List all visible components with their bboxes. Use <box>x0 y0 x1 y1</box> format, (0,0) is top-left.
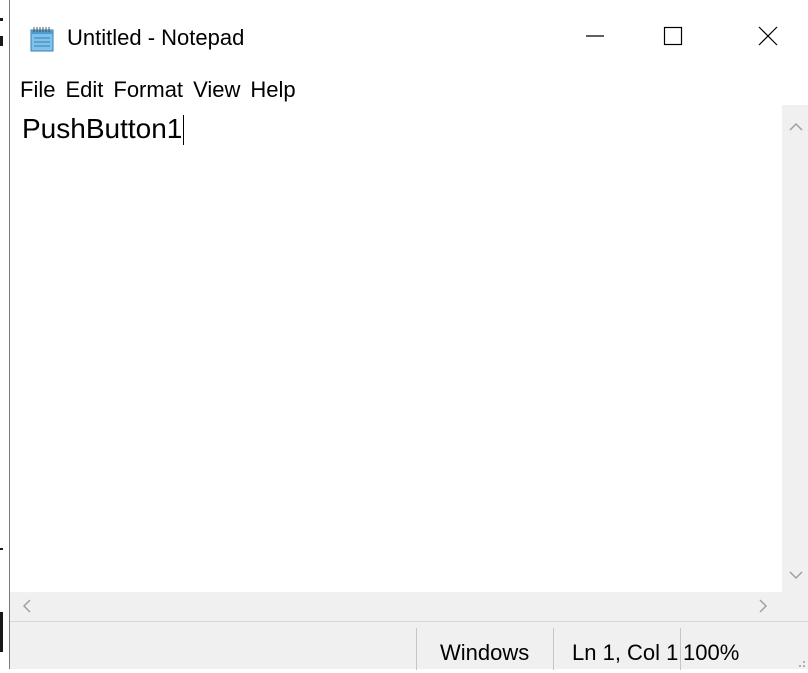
status-divider <box>553 628 554 670</box>
notepad-window: Untitled - Notepad File Edit Format View… <box>9 0 808 670</box>
menu-bar: File Edit Format View Help <box>10 76 808 104</box>
desktop-mark <box>0 548 3 550</box>
desktop-mark <box>0 612 3 652</box>
status-line-ending: Windows <box>440 640 530 665</box>
desktop-edge <box>0 0 9 669</box>
maximize-button[interactable] <box>643 0 703 76</box>
status-divider <box>416 628 417 670</box>
menu-format[interactable]: Format <box>108 76 188 104</box>
notepad-icon[interactable] <box>28 24 58 54</box>
title-bar[interactable]: Untitled - Notepad <box>10 0 808 76</box>
chevron-right-icon[interactable] <box>758 599 768 618</box>
maximize-icon <box>663 26 683 51</box>
editor-content[interactable]: PushButton1 <box>22 113 182 144</box>
chevron-down-icon[interactable] <box>789 567 803 585</box>
desktop-mark <box>0 18 3 21</box>
close-button[interactable] <box>738 0 798 76</box>
horizontal-scrollbar[interactable] <box>10 592 782 621</box>
desktop-mark <box>0 36 3 46</box>
vertical-scrollbar[interactable] <box>782 105 808 592</box>
chevron-up-icon[interactable] <box>789 119 803 137</box>
status-position: Ln 1, Col 1 <box>572 640 679 665</box>
resize-grip-icon[interactable] <box>794 655 806 667</box>
status-divider <box>680 628 681 670</box>
status-bar: Windows Ln 1, Col 1 100% <box>10 621 808 670</box>
minimize-icon <box>585 26 605 51</box>
menu-view[interactable]: View <box>188 76 245 104</box>
minimize-button[interactable] <box>565 0 625 76</box>
text-caret <box>183 114 185 145</box>
menu-edit[interactable]: Edit <box>60 76 108 104</box>
menu-help[interactable]: Help <box>245 76 300 104</box>
scrollbar-corner <box>782 592 808 621</box>
status-zoom: 100% <box>683 640 740 665</box>
text-editor[interactable]: PushButton1 <box>10 105 782 592</box>
menu-file[interactable]: File <box>10 76 60 104</box>
chevron-left-icon[interactable] <box>22 599 32 618</box>
close-icon <box>757 25 779 52</box>
window-title: Untitled - Notepad <box>67 25 245 50</box>
